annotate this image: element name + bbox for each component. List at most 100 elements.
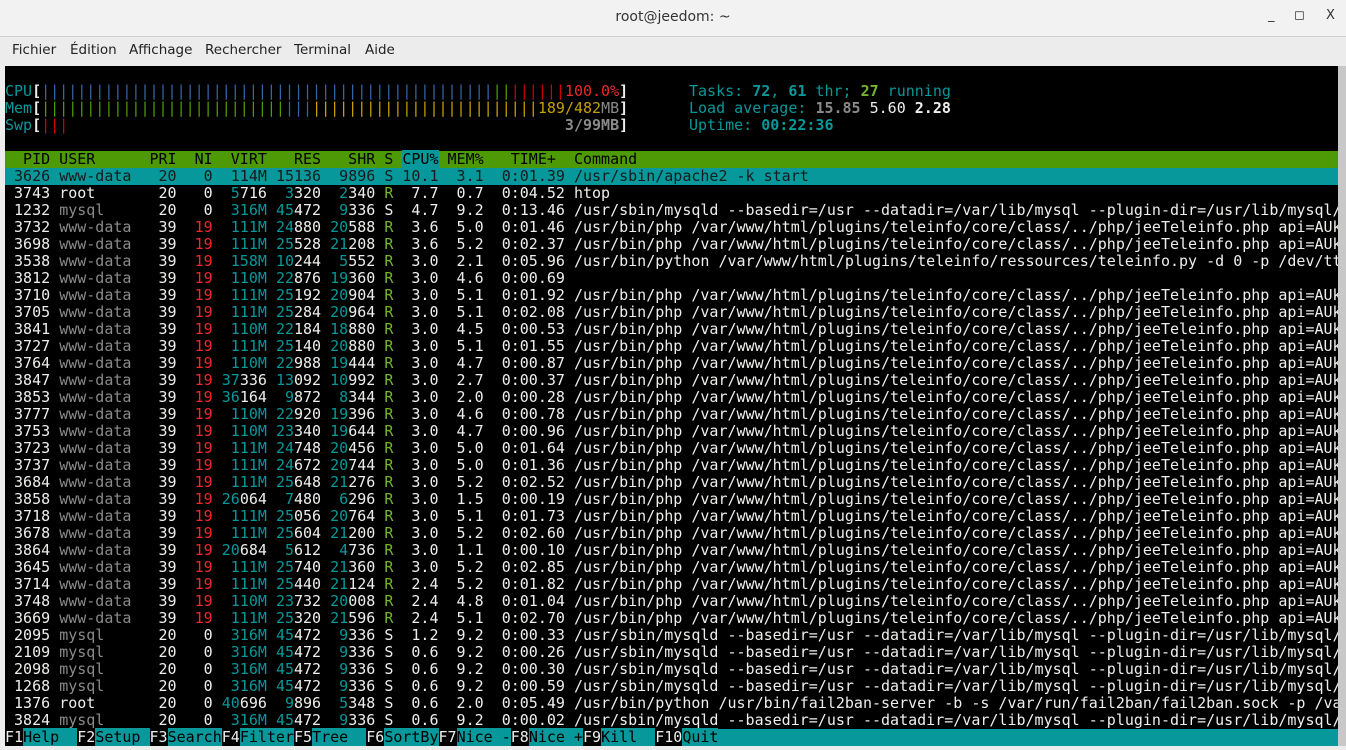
col-pri-header[interactable]: PRI — [140, 150, 176, 168]
mem-percent: 0.7 — [438, 184, 484, 202]
process-row[interactable]: 2095 mysql 20 0 316M 45472 9336 S 1.2 9.… — [5, 627, 1338, 644]
user: www-data — [59, 507, 141, 525]
meter-segment: ||||||||||||||||||||||||||||||||||||||||… — [41, 82, 493, 100]
fkey-f7-button[interactable]: F7Nice - — [438, 728, 511, 746]
running-count: 27 — [860, 82, 879, 100]
shr: 21 — [330, 558, 349, 576]
shr: 992 — [348, 371, 376, 389]
window-titlebar: root@jeedom: ~ _ ◻ X — [0, 0, 1346, 37]
process-row[interactable]: 3710 www-data 39 19 111M 25192 20904 R 3… — [5, 287, 1338, 304]
priority: 39 — [140, 473, 177, 491]
process-row[interactable]: 3727 www-data 39 19 111M 25140 20880 R 3… — [5, 338, 1338, 355]
shr: 9 — [330, 660, 349, 678]
process-row[interactable]: 3864 www-data 39 19 20684 5612 4736 R 3.… — [5, 542, 1338, 559]
command: /usr/bin/php /var/www/html/plugins/telei… — [564, 405, 1338, 423]
load-average-line: Load average: 15.85 5.60 2.28 — [689, 99, 951, 117]
terminal[interactable]: CPU[||||||||||||||||||||||||||||||||||||… — [5, 66, 1338, 746]
process-row[interactable]: 3698 www-data 39 19 111M 25528 21208 R 3… — [5, 236, 1338, 253]
process-row[interactable]: 3777 www-data 39 19 110M 22920 19396 R 3… — [5, 406, 1338, 423]
menu-rechercher[interactable]: Rechercher — [205, 42, 281, 58]
fkey-f1-button[interactable]: F1Help — [5, 728, 78, 746]
process-row[interactable]: 3669 www-data 39 19 111M 25320 21596 R 2… — [5, 610, 1338, 627]
pid: 3841 — [5, 320, 51, 338]
process-row[interactable]: 1232 mysql 20 0 316M 45472 9336 S 4.7 9.… — [5, 202, 1338, 219]
process-row[interactable]: 3847 www-data 39 19 37336 13092 10992 R … — [5, 372, 1338, 389]
process-row[interactable]: 3678 www-data 39 19 111M 25604 21200 R 3… — [5, 525, 1338, 542]
process-row[interactable]: 3684 www-data 39 19 111M 25648 21276 R 3… — [5, 474, 1338, 491]
process-row[interactable]: 3732 www-data 39 19 111M 24880 20588 R 3… — [5, 219, 1338, 236]
fkey-f9-button[interactable]: F9Kill — [583, 728, 656, 746]
time: 0:00.96 — [483, 422, 565, 440]
process-row[interactable]: 1268 mysql 20 0 316M 45472 9336 S 0.6 9.… — [5, 678, 1338, 695]
cpu-percent: 3.0 — [393, 541, 439, 559]
process-row[interactable]: 2098 mysql 20 0 316M 45472 9336 S 0.6 9.… — [5, 661, 1338, 678]
process-row[interactable]: 3743 root 20 0 5716 3320 2340 R 7.7 0.7 … — [5, 185, 1338, 202]
process-row[interactable]: 1376 root 20 0 40696 9896 5348 S 0.6 2.0… — [5, 695, 1338, 712]
terminal-scrollbar[interactable] — [1338, 66, 1346, 746]
close-button[interactable]: X — [1326, 8, 1335, 23]
process-row[interactable]: 3714 www-data 39 19 111M 25440 21124 R 2… — [5, 576, 1338, 593]
virt: 110M — [221, 592, 267, 610]
col-command-header[interactable]: Command — [565, 150, 637, 168]
col-virt-header[interactable]: VIRT — [213, 150, 267, 168]
col-time-header[interactable]: TIME+ — [484, 150, 565, 168]
fkey-f3-button[interactable]: F3Search — [149, 728, 222, 746]
process-row[interactable]: 3853 www-data 39 19 36164 9872 8344 R 3.… — [5, 389, 1338, 406]
process-row[interactable]: 3718 www-data 39 19 111M 25056 20764 R 3… — [5, 508, 1338, 525]
process-row[interactable]: 3841 www-data 39 19 110M 22184 18880 R 3… — [5, 321, 1338, 338]
fkey-label: Help — [23, 728, 78, 746]
process-row[interactable]: 3645 www-data 39 19 111M 25740 21360 R 3… — [5, 559, 1338, 576]
res: 25 — [275, 473, 294, 491]
fkey-f4-button[interactable]: F4Filter — [221, 728, 294, 746]
fkey-f2-button[interactable]: F2Setup — [77, 728, 150, 746]
process-row[interactable]: 3626 www-data 20 0 114M 15136 9896 S 10.… — [5, 168, 1338, 185]
shr: 344 — [348, 388, 376, 406]
process-row[interactable]: 3723 www-data 39 19 111M 24748 20456 R 3… — [5, 440, 1338, 457]
menu-terminal[interactable]: Terminal — [294, 42, 351, 58]
fkey-f10-button[interactable]: F10Quit — [655, 728, 719, 746]
res: 472 — [294, 660, 322, 678]
shr: 276 — [348, 473, 376, 491]
mem-percent: 5.0 — [438, 218, 484, 236]
process-row[interactable]: 3812 www-data 39 19 110M 22876 19360 R 3… — [5, 270, 1338, 287]
res: 612 — [294, 541, 322, 559]
res: 920 — [294, 405, 322, 423]
res: 320 — [294, 609, 322, 627]
menu-edition[interactable]: Édition — [70, 42, 117, 58]
shr: 9 — [330, 201, 349, 219]
menu-aide[interactable]: Aide — [365, 42, 395, 58]
process-row[interactable]: 3764 www-data 39 19 110M 22988 19444 R 3… — [5, 355, 1338, 372]
user: www-data — [59, 609, 141, 627]
state: R — [384, 473, 394, 491]
col-cpu-header[interactable]: CPU% — [402, 150, 439, 168]
col-s-header[interactable]: S — [375, 150, 393, 168]
fkey-f8-button[interactable]: F8Nice + — [510, 728, 583, 746]
col-mem-header[interactable]: MEM% — [439, 150, 484, 168]
column-header[interactable]: PID USER PRI NI VIRT RES SHR S CPU% MEM%… — [5, 150, 1338, 168]
process-row[interactable]: 3705 www-data 39 19 111M 25284 20964 R 3… — [5, 304, 1338, 321]
fkey-f6-button[interactable]: F6SortBy — [366, 728, 439, 746]
process-row[interactable]: 3858 www-data 39 19 26064 7480 6296 R 3.… — [5, 491, 1338, 508]
menu-fichier[interactable]: Fichier — [12, 42, 56, 58]
user: mysql — [59, 643, 141, 661]
shr: 2 — [330, 184, 349, 202]
fkey-f5-button[interactable]: F5Tree — [294, 728, 367, 746]
menu-affichage[interactable]: Affichage — [129, 42, 192, 58]
col-pid-header[interactable]: PID — [5, 150, 50, 168]
cpu-percent: 3.0 — [393, 456, 439, 474]
process-row[interactable]: 2109 mysql 20 0 316M 45472 9336 S 0.6 9.… — [5, 644, 1338, 661]
col-user-header[interactable]: USER — [50, 150, 140, 168]
res: 45 — [275, 626, 294, 644]
mem-percent: 5.0 — [438, 439, 484, 457]
process-row[interactable]: 3753 www-data 39 19 110M 23340 19644 R 3… — [5, 423, 1338, 440]
process-row[interactable]: 3748 www-data 39 19 110M 23732 20008 R 2… — [5, 593, 1338, 610]
col-ni-header[interactable]: NI — [177, 150, 213, 168]
process-row[interactable]: 3538 www-data 39 19 158M 10244 5552 R 3.… — [5, 253, 1338, 270]
col-shr-header[interactable]: SHR — [321, 150, 375, 168]
process-row[interactable]: 3824 mysql 20 0 316M 45472 9336 S 0.6 9.… — [5, 712, 1338, 729]
minimize-button[interactable]: _ — [1268, 8, 1275, 23]
maximize-button[interactable]: ◻ — [1294, 8, 1305, 23]
shr: 340 — [348, 184, 376, 202]
process-row[interactable]: 3737 www-data 39 19 111M 24672 20744 R 3… — [5, 457, 1338, 474]
col-res-header[interactable]: RES — [267, 150, 321, 168]
